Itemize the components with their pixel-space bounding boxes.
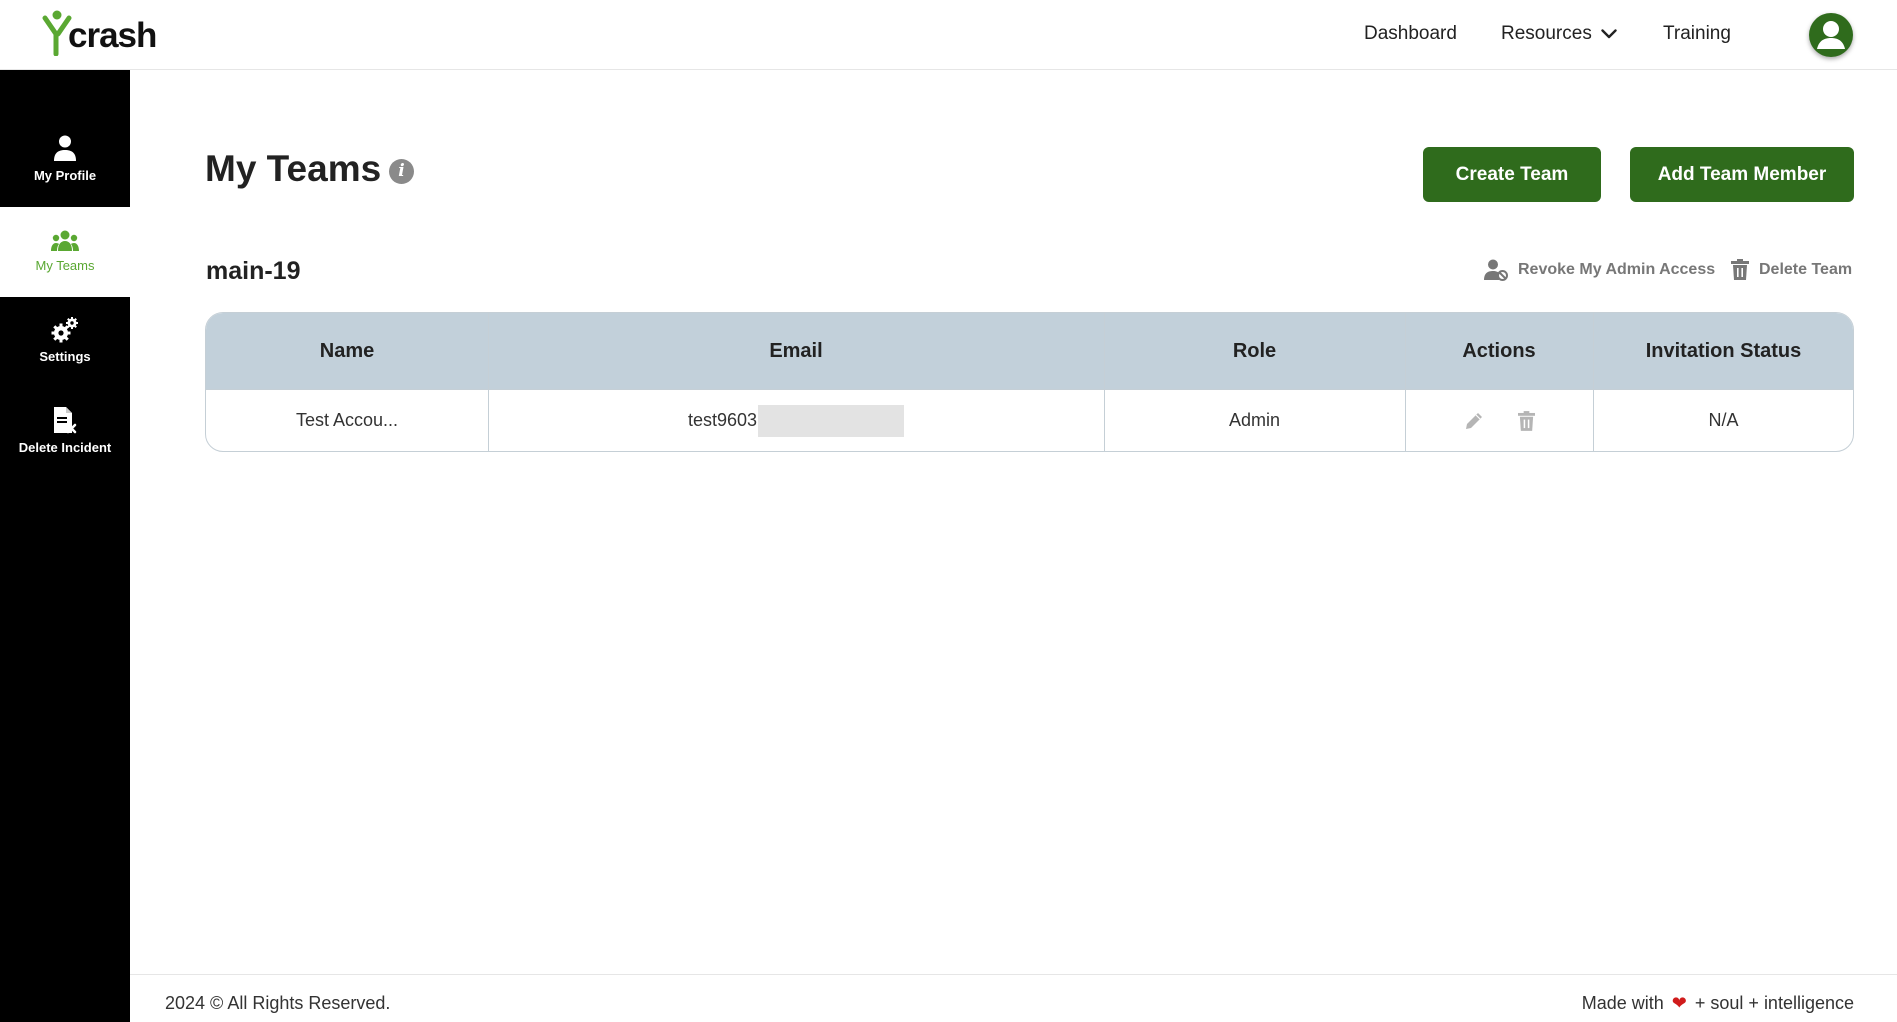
- column-header-email: Email: [769, 339, 823, 362]
- cell-actions: [1405, 389, 1593, 451]
- sidebar-item-my-teams[interactable]: My Teams: [0, 230, 130, 273]
- page-title: My Teams: [205, 148, 382, 189]
- cell-role: Admin: [1228, 410, 1281, 430]
- nav-dashboard[interactable]: Dashboard: [1364, 23, 1457, 45]
- delete-file-icon: [54, 407, 77, 434]
- cell-email: test9603: [488, 389, 1104, 451]
- add-team-member-button[interactable]: Add Team Member: [1630, 147, 1854, 202]
- delete-member-icon[interactable]: [1517, 410, 1535, 431]
- revoke-admin-access-button[interactable]: Revoke My Admin Access: [1484, 259, 1715, 281]
- ycrash-logo[interactable]: crash: [42, 10, 157, 56]
- cell-email-text: test9603: [687, 410, 758, 430]
- nav-training[interactable]: Training: [1663, 23, 1731, 45]
- sidebar: My Profile My Teams Settings Delete Inci…: [0, 70, 130, 1022]
- footer: 2024 © All Rights Reserved. Made with ❤ …: [130, 974, 1897, 1022]
- info-icon[interactable]: i: [389, 159, 414, 184]
- user-icon: [54, 135, 76, 161]
- chevron-down-icon: [1601, 29, 1617, 39]
- gears-icon: [51, 317, 78, 343]
- top-header: crash Dashboard Resources Training: [0, 0, 1897, 70]
- sidebar-item-delete-incident[interactable]: Delete Incident: [0, 406, 130, 455]
- redacted-region: [758, 404, 905, 437]
- users-icon: [51, 230, 79, 251]
- column-header-actions: Actions: [1462, 339, 1536, 362]
- made-with-rest: + soul + intelligence: [1694, 993, 1854, 1013]
- made-with-label: Made with: [1581, 993, 1664, 1013]
- cell-name: Test Accou...: [295, 410, 399, 430]
- sidebar-item-label: My Teams: [35, 258, 95, 273]
- nav-resources[interactable]: Resources: [1501, 23, 1617, 45]
- column-header-invitation-status: Invitation Status: [1645, 339, 1802, 362]
- logo-mark-icon: [42, 10, 72, 56]
- user-avatar-icon: [1817, 21, 1845, 49]
- sidebar-curve-bottom: [0, 297, 130, 317]
- sidebar-item-settings[interactable]: Settings: [0, 317, 130, 364]
- team-name: main-19: [206, 257, 301, 285]
- sidebar-item-label: My Profile: [33, 168, 97, 183]
- nav-resources-label: Resources: [1501, 23, 1592, 44]
- sidebar-item-label: Delete Incident: [18, 440, 112, 455]
- column-header-name: Name: [319, 339, 375, 362]
- sidebar-item-my-profile[interactable]: My Profile: [0, 134, 130, 183]
- copyright-text: 2024 © All Rights Reserved.: [165, 993, 391, 1013]
- trash-icon: [1731, 259, 1749, 280]
- delete-team-button[interactable]: Delete Team: [1731, 259, 1852, 280]
- made-with-text: Made with ❤ + soul + intelligence: [1582, 993, 1854, 1014]
- delete-team-label: Delete Team: [1759, 260, 1853, 278]
- heart-icon: ❤: [1671, 993, 1687, 1013]
- avatar[interactable]: [1809, 13, 1853, 57]
- cell-invitation-status: N/A: [1708, 410, 1739, 430]
- column-header-role: Role: [1232, 339, 1277, 362]
- team-members-table: Name Email Role Actions Invitation Statu…: [205, 312, 1854, 452]
- create-team-button[interactable]: Create Team: [1423, 147, 1601, 202]
- sidebar-curve-top: [0, 187, 130, 207]
- logo-text: crash: [68, 16, 157, 55]
- edit-pencil-icon[interactable]: [1464, 411, 1484, 431]
- user-revoke-icon: [1484, 259, 1508, 281]
- revoke-admin-access-label: Revoke My Admin Access: [1518, 261, 1716, 278]
- sidebar-item-label: Settings: [39, 349, 91, 364]
